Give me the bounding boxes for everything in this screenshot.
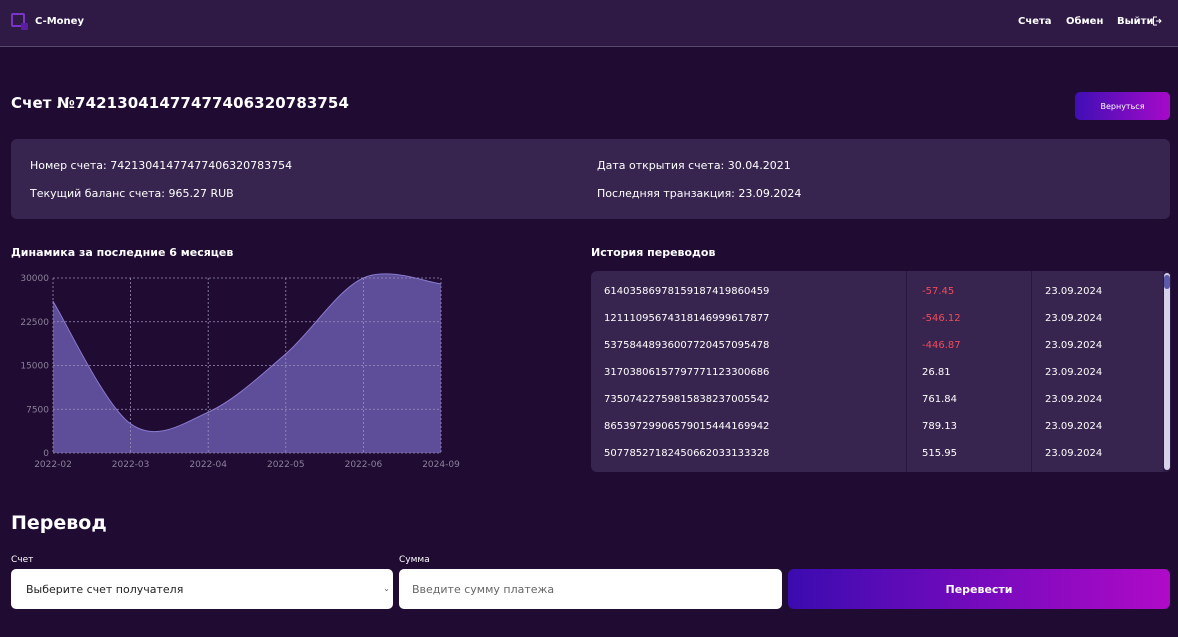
row-amount: 515.95 — [922, 448, 957, 459]
chart-x-tick-label: 2022-05 — [267, 460, 305, 470]
balance-chart-svg: 0 7500 15000 22500 30000 2022-02 2022-03 2022-0… — [20, 273, 460, 470]
row-date: 23.09.2024 — [1045, 394, 1103, 405]
account-opened-text: Дата открытия счета: 30.04.2021 — [597, 159, 791, 172]
row-date: 23.09.2024 — [1045, 367, 1103, 378]
row-amount: -546.12 — [922, 313, 961, 324]
table-row: 53758448936007720457095478 -446.87 23.09.2… — [591, 331, 1163, 358]
chart-y-tick-label: 30000 — [20, 274, 49, 284]
transfer-submit-button[interactable]: Перевести — [788, 569, 1170, 609]
row-amount: 761.84 — [922, 394, 957, 405]
chart-x-tick-label: 2022-02 — [34, 460, 72, 470]
row-account: 12111095674318146999617877 — [604, 313, 770, 324]
table-row: 73507422759815838237005542 761.84 23.09.20… — [591, 385, 1163, 412]
chart-data-point — [130, 423, 132, 425]
transfer-title: Перевод — [11, 512, 107, 534]
row-amount: -57.45 — [922, 286, 955, 297]
row-account: 61403586978159187419860459 — [604, 286, 770, 297]
logo-icon — [11, 13, 28, 30]
row-amount: 789.13 — [922, 421, 957, 432]
logout-icon[interactable] — [1152, 16, 1162, 26]
history-title: История переводов — [591, 246, 716, 259]
chart-y-tick-label: 7500 — [26, 405, 49, 415]
chart-data-point — [440, 283, 442, 285]
recipient-account-select-value: Выберите счет получателя — [26, 583, 184, 596]
row-date: 23.09.2024 — [1045, 421, 1103, 432]
table-row: 12111095674318146999617877 -546.12 23.09.2… — [591, 304, 1163, 331]
chart-y-tick-label: 15000 — [20, 362, 49, 372]
chart-data-point — [207, 411, 209, 413]
chart-data-point — [362, 277, 364, 279]
nav-accounts-link[interactable]: Счета — [1018, 16, 1052, 27]
row-amount: -446.87 — [922, 340, 961, 351]
account-balance-text: Текущий баланс счета: 965.27 RUB — [30, 187, 234, 200]
recipient-account-select[interactable]: Выберите счет получателя ⌄ — [11, 569, 393, 609]
history-scrollbar[interactable] — [1163, 271, 1171, 472]
scrollbar-track-fill[interactable] — [1164, 273, 1170, 470]
chart-area-fill — [53, 273, 441, 453]
row-account: 53758448936007720457095478 — [604, 340, 770, 351]
row-date: 23.09.2024 — [1045, 313, 1103, 324]
row-date: 23.09.2024 — [1045, 286, 1103, 297]
chart-x-tick-label: 2022-06 — [345, 460, 383, 470]
table-row: 50778527182450662033133328 515.95 23.09.20… — [591, 439, 1163, 466]
amount-input[interactable] — [399, 569, 782, 609]
nav-exchange-link[interactable]: Обмен — [1066, 16, 1103, 27]
page-title: Счет №74213041477477406320783754 — [11, 94, 350, 112]
back-button[interactable]: Вернуться — [1075, 92, 1170, 120]
table-row: 61403586978159187419860459 -57.45 23.09.20… — [591, 277, 1163, 304]
row-account: 50778527182450662033133328 — [604, 448, 770, 459]
account-info-card: Номер счета: 74213041477477406320783754 … — [11, 139, 1170, 219]
chart-data-point — [285, 353, 287, 355]
account-field-label: Счет — [11, 555, 34, 565]
chevron-down-icon: ⌄ — [383, 584, 390, 593]
balance-chart: 0 7500 15000 22500 30000 2022-02 2022-03 2022-0… — [0, 265, 470, 480]
table-row: 31703806157797771123300686 26.81 23.09.202… — [591, 358, 1163, 385]
last-transaction-text: Последняя транзакция: 23.09.2024 — [597, 187, 802, 200]
nav-logout-link[interactable]: Выйти — [1117, 16, 1153, 27]
chart-data-point — [52, 300, 54, 302]
chart-y-tick-label: 22500 — [20, 318, 49, 328]
row-account: 86539729906579015444169942 — [604, 421, 770, 432]
chart-y-tick-label: 0 — [43, 449, 49, 459]
table-row: 86539729906579015444169942 789.13 23.09.20… — [591, 412, 1163, 439]
row-account: 73507422759815838237005542 — [604, 394, 770, 405]
chart-x-tick-label: 2022-03 — [112, 460, 150, 470]
scrollbar-thumb[interactable] — [1164, 275, 1170, 289]
row-date: 23.09.2024 — [1045, 340, 1103, 351]
row-date: 23.09.2024 — [1045, 448, 1103, 459]
dynamics-title: Динамика за последние 6 месяцев — [11, 246, 234, 259]
app-name: C-Money — [35, 16, 84, 27]
top-nav-bar: C-Money Счета Обмен Выйти — [0, 0, 1178, 47]
transfer-history-table: 61403586978159187419860459 -57.45 23.09.20… — [591, 271, 1171, 472]
row-amount: 26.81 — [922, 367, 951, 378]
amount-field-label: Сумма — [399, 555, 430, 565]
chart-x-tick-label: 2024-09 — [422, 460, 460, 470]
chart-x-tick-label: 2022-04 — [189, 460, 227, 470]
account-number-text: Номер счета: 74213041477477406320783754 — [30, 159, 293, 172]
row-account: 31703806157797771123300686 — [604, 367, 770, 378]
